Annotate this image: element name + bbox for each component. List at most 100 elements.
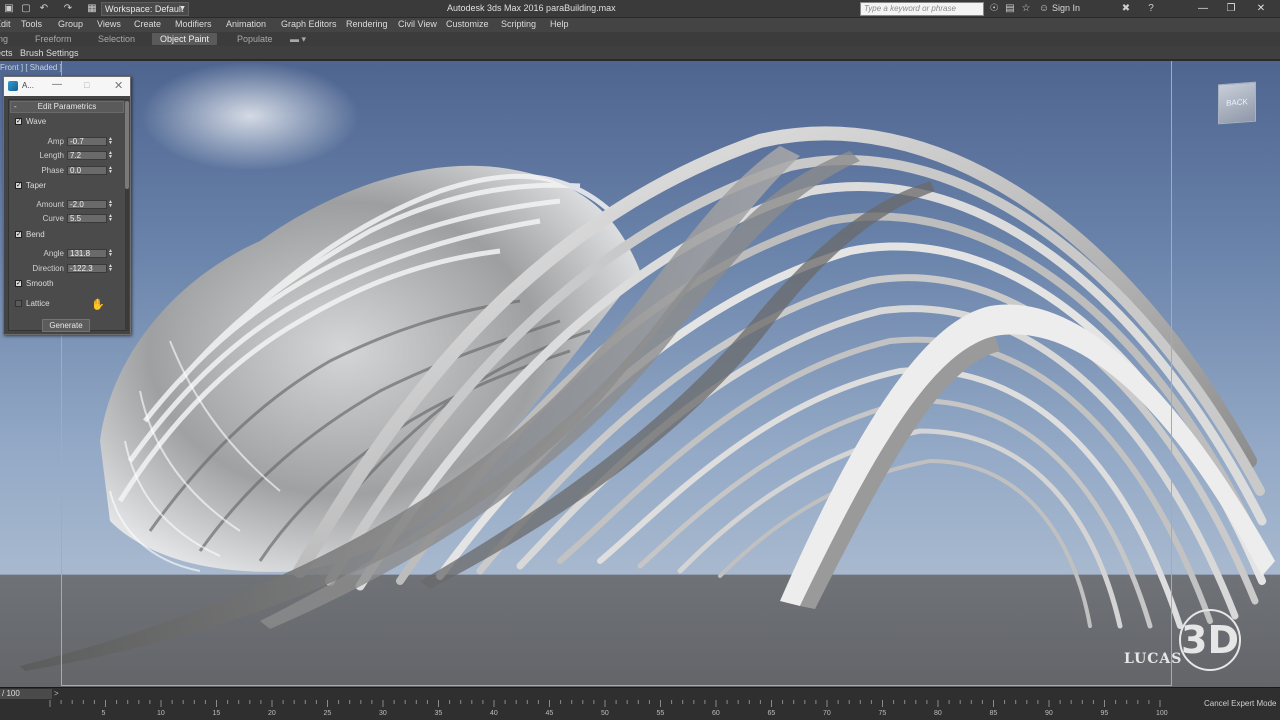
cancel-expert-mode[interactable]: Cancel Expert Mode bbox=[1204, 699, 1276, 708]
timeline[interactable]: / 100 > 5 10 15 20 25 30 35 40 45 50 55 60 65 70 75 80 8… bbox=[0, 687, 1280, 720]
smooth-checkbox-row[interactable]: ✓ Smooth bbox=[15, 279, 54, 289]
panel-scrollbar[interactable] bbox=[125, 99, 129, 331]
menu-animation[interactable]: Animation bbox=[226, 19, 266, 29]
binoculars-icon[interactable]: ☉ bbox=[988, 3, 1000, 15]
ribbon-brush-settings[interactable]: Brush Settings bbox=[20, 47, 79, 59]
phase-spinner-icon[interactable]: ▲ ▼ bbox=[107, 166, 114, 175]
menu-create[interactable]: Create bbox=[134, 19, 161, 29]
smooth-label: Smooth bbox=[26, 279, 54, 288]
tab-selection[interactable]: Selection bbox=[98, 33, 135, 45]
ribbon-options-icon[interactable]: ▬ ▾ bbox=[290, 33, 306, 45]
amp-spinner-icon[interactable]: ▲ ▼ bbox=[107, 137, 114, 146]
menu-civil-view[interactable]: Civil View bbox=[398, 19, 437, 29]
help-icon[interactable]: ? bbox=[1145, 3, 1157, 15]
tick-label: 75 bbox=[878, 710, 887, 717]
taper-checkbox[interactable]: ✓ bbox=[15, 182, 22, 190]
wave-checkbox[interactable]: ✓ bbox=[15, 118, 22, 126]
tab-populate[interactable]: Populate bbox=[237, 33, 273, 45]
save-icon[interactable]: ▣ bbox=[3, 3, 15, 15]
menu-customize[interactable]: Customize bbox=[446, 19, 489, 29]
restore-icon[interactable]: ❐ bbox=[1218, 0, 1244, 18]
viewport[interactable]: Front ] [ Shaded ] BACK 3D LUCAS bbox=[0, 61, 1280, 687]
menu-tools[interactable]: Tools bbox=[21, 19, 42, 29]
star-icon[interactable]: ☆ bbox=[1020, 3, 1032, 15]
panel-minimize-icon[interactable]: — bbox=[52, 79, 62, 90]
app-title: Autodesk 3ds Max 2016 paraBuilding.max bbox=[447, 3, 616, 13]
safe-frame bbox=[61, 61, 1172, 686]
tab-object-paint[interactable]: Object Paint bbox=[152, 33, 218, 45]
minimize-icon[interactable]: — bbox=[1190, 0, 1216, 18]
menu-scripting[interactable]: Scripting bbox=[501, 19, 536, 29]
workspace-dropdown[interactable]: Workspace: Default ▼ bbox=[101, 2, 189, 16]
bend-checkbox-row[interactable]: ✓ Bend bbox=[15, 230, 45, 240]
tick-label: 50 bbox=[601, 710, 609, 717]
length-spinner-icon[interactable]: ▲ ▼ bbox=[107, 151, 114, 160]
subscription-icon[interactable]: ▤ bbox=[1004, 3, 1016, 15]
panel-title-bar[interactable]: A... — □ ✕ bbox=[4, 77, 130, 96]
tick-label: 65 bbox=[767, 710, 776, 717]
exchange-icon[interactable]: ✖ bbox=[1120, 3, 1132, 15]
next-frame-icon[interactable]: > bbox=[54, 689, 59, 698]
menu-views[interactable]: Views bbox=[97, 19, 121, 29]
tab-freeform[interactable]: Freeform bbox=[35, 33, 72, 45]
watermark-logo: 3D LUCAS bbox=[1124, 603, 1274, 673]
sign-in-link[interactable]: Sign In bbox=[1052, 3, 1080, 13]
tick-label: 70 bbox=[823, 710, 831, 717]
ribbon-panel-row: ects Brush Settings bbox=[0, 46, 1280, 60]
direction-field[interactable]: -122.3 bbox=[67, 264, 107, 273]
search-input[interactable]: Type a keyword or phrase bbox=[860, 2, 984, 16]
menu-edit[interactable]: Edit bbox=[0, 19, 11, 29]
tick-label: 55 bbox=[656, 710, 665, 717]
menu-group[interactable]: Group bbox=[58, 19, 83, 29]
menu-bar: Edit Tools Group Views Create Modifiers … bbox=[0, 18, 1280, 32]
undo-icon[interactable]: ↶ bbox=[38, 3, 50, 15]
amp-field[interactable]: -0.7 bbox=[67, 137, 107, 146]
title-bar: ▣ ▢ ↶ ↷ ▦ Workspace: Default ▼ Autodesk … bbox=[0, 0, 1280, 18]
tick-label: 95 bbox=[1100, 710, 1109, 717]
close-icon[interactable]: ✕ bbox=[1248, 0, 1274, 18]
generate-button[interactable]: Generate bbox=[42, 319, 90, 332]
tick-label: 15 bbox=[212, 710, 221, 717]
frame-counter[interactable]: / 100 bbox=[0, 689, 52, 699]
menu-modifiers[interactable]: Modifiers bbox=[175, 19, 212, 29]
user-icon[interactable]: ☺ bbox=[1038, 3, 1050, 15]
tick-label: 30 bbox=[379, 710, 387, 717]
ribbon-objects[interactable]: ects bbox=[0, 47, 13, 59]
bend-label: Bend bbox=[26, 230, 45, 239]
amount-spinner-icon[interactable]: ▲ ▼ bbox=[107, 200, 114, 209]
angle-spinner-icon[interactable]: ▲ ▼ bbox=[107, 249, 114, 258]
viewcube[interactable]: BACK bbox=[1218, 81, 1256, 125]
tick-label: 40 bbox=[490, 710, 498, 717]
smooth-checkbox[interactable]: ✓ bbox=[15, 280, 22, 288]
rollout-edit-parametrics[interactable]: - Edit Parametrics bbox=[10, 101, 124, 113]
project-icon[interactable]: ▦ bbox=[86, 3, 98, 15]
menu-graph-editors[interactable]: Graph Editors bbox=[281, 19, 337, 29]
bend-checkbox[interactable]: ✓ bbox=[15, 231, 22, 239]
tab-modeling[interactable]: ling bbox=[0, 33, 8, 45]
taper-checkbox-row[interactable]: ✓ Taper bbox=[15, 181, 46, 191]
tick-label: 45 bbox=[545, 710, 554, 717]
amount-field[interactable]: -2.0 bbox=[67, 200, 107, 209]
length-field[interactable]: 7.2 bbox=[67, 151, 107, 160]
redo-icon[interactable]: ↷ bbox=[62, 3, 74, 15]
menu-help[interactable]: Help bbox=[550, 19, 569, 29]
folder-icon[interactable]: ▢ bbox=[20, 3, 32, 15]
scroll-thumb[interactable] bbox=[125, 101, 129, 189]
time-ruler[interactable] bbox=[0, 700, 1200, 720]
phase-field[interactable]: 0.0 bbox=[67, 166, 107, 175]
wave-checkbox-row[interactable]: ✓ Wave bbox=[15, 117, 46, 127]
angle-field[interactable]: 131.8 bbox=[67, 249, 107, 258]
curve-spinner-icon[interactable]: ▲ ▼ bbox=[107, 214, 114, 223]
tick-label: 80 bbox=[934, 710, 942, 717]
lattice-checkbox-row[interactable]: Lattice bbox=[15, 299, 50, 309]
panel-maximize-icon[interactable]: □ bbox=[84, 80, 89, 90]
collapse-icon[interactable]: - bbox=[14, 102, 17, 112]
tick-label: 20 bbox=[268, 710, 276, 717]
curve-field[interactable]: 5.5 bbox=[67, 214, 107, 223]
workspace-label: Workspace: Default bbox=[105, 4, 184, 14]
menu-rendering[interactable]: Rendering bbox=[346, 19, 388, 29]
panel-close-icon[interactable]: ✕ bbox=[114, 79, 123, 92]
lattice-checkbox[interactable] bbox=[15, 300, 22, 308]
tick-label: 5 bbox=[101, 710, 106, 717]
direction-spinner-icon[interactable]: ▲ ▼ bbox=[107, 264, 114, 273]
